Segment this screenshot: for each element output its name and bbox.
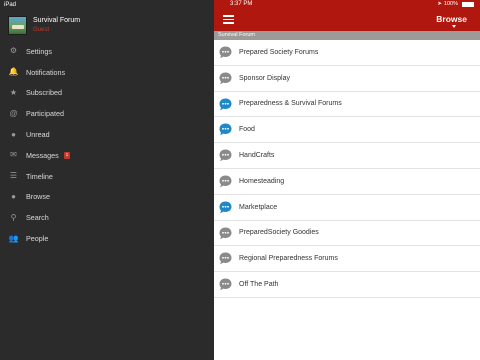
sidebar-item-label: Unread: [26, 130, 50, 140]
section-header: Survival Forum: [214, 31, 480, 40]
speech-bubble-icon: [219, 149, 232, 162]
speech-bubble-icon: [219, 252, 232, 265]
forum-row[interactable]: Preparedness & Survival Forums: [214, 92, 480, 118]
sidebar-item-label: Notifications: [26, 67, 66, 77]
forum-row[interactable]: Food: [214, 117, 480, 144]
forum-row[interactable]: Marketplace: [214, 195, 480, 221]
forum-list: Prepared Society Forums Sponsor Display Pr…: [214, 40, 480, 298]
chevron-down-icon[interactable]: [452, 25, 456, 28]
forum-row-label: Sponsor Display: [239, 74, 290, 82]
sidebar-item-timeline[interactable]: ☰ Timeline: [0, 166, 214, 187]
forum-row[interactable]: Sponsor Display: [214, 66, 480, 92]
location-icon: ➤: [437, 1, 442, 7]
sidebar-item-label: Timeline: [26, 171, 53, 181]
forum-row-label: Prepared Society Forums: [239, 48, 319, 56]
forum-row[interactable]: Regional Preparedness Forums: [214, 246, 480, 273]
sidebar-item-label: Subscribed: [26, 88, 62, 98]
speech-bubble-icon: [219, 278, 232, 291]
sidebar-item-label: People: [26, 234, 49, 244]
at-icon: @: [9, 108, 18, 118]
sidebar-item-label: Browse: [26, 192, 50, 202]
forum-row[interactable]: HandCrafts: [214, 143, 480, 169]
forum-row[interactable]: Off The Path: [214, 272, 480, 298]
forum-row-label: PreparedSociety Goodies: [239, 229, 319, 237]
rss-icon: ☰: [9, 171, 18, 181]
status-bar-time: 3:37 PM: [230, 1, 253, 7]
star-icon: ★: [9, 87, 18, 97]
menu-icon[interactable]: [223, 15, 234, 24]
battery-icon: [462, 1, 474, 7]
battery-percent: 100%: [443, 1, 458, 7]
speech-bubble-icon: [219, 227, 232, 239]
speech-bubble-icon: [219, 98, 232, 110]
header-bar: 3:37 PM ➤ 100% Browse: [214, 0, 480, 31]
forum-row-label: Regional Preparedness Forums: [239, 255, 338, 263]
forum-row-label: Off The Path: [239, 281, 279, 289]
browse-title-button[interactable]: Browse: [436, 14, 467, 24]
sidebar-menu: ⚙ Settings 🔔 Notifications ★ Subscribed @ Parti…: [0, 41, 214, 249]
envelope-icon: ✉: [10, 150, 17, 160]
search-icon: ⚲: [10, 212, 17, 222]
bubbles-icon: ●: [11, 191, 16, 201]
forum-row-label: Marketplace: [239, 203, 278, 211]
forum-row-label: Food: [239, 126, 255, 134]
sidebar-item-label: Settings: [26, 46, 52, 56]
chat-icon: ●: [11, 129, 16, 139]
sidebar-item-browse[interactable]: ● Browse: [0, 187, 214, 208]
sidebar-item-search[interactable]: ⚲ Search: [0, 207, 214, 228]
speech-bubble-icon: [219, 201, 232, 214]
speech-bubble-icon: [219, 175, 232, 188]
forum-row[interactable]: PreparedSociety Goodies: [214, 221, 480, 247]
forum-subtitle: Guest: [33, 27, 50, 33]
sidebar-item-settings[interactable]: ⚙ Settings: [0, 41, 214, 62]
sidebar-item-label: Search: [26, 213, 49, 223]
forum-row-label: Preparedness & Survival Forums: [239, 100, 342, 108]
forum-row-label: HandCrafts: [239, 152, 275, 160]
bell-icon: 🔔: [8, 67, 19, 77]
status-bar-right: ➤ 100%: [437, 1, 474, 7]
gear-icon: ⚙: [9, 46, 18, 56]
sidebar-item-notifications[interactable]: 🔔 Notifications: [0, 62, 214, 83]
messages-badge: 1: [63, 152, 71, 159]
main-panel: 3:37 PM ➤ 100% Browse Survival Forum Pre…: [214, 0, 480, 360]
sidebar: iPad Survival Forum Guest ⚙ Settings 🔔 Noti…: [0, 0, 214, 360]
forum-profile[interactable]: Survival Forum Guest: [8, 16, 208, 38]
sidebar-item-label: Messages: [26, 150, 59, 160]
sidebar-item-unread[interactable]: ● Unread: [0, 124, 214, 145]
forum-avatar: [8, 16, 27, 35]
sidebar-item-participated[interactable]: @ Participated: [0, 103, 214, 124]
forum-row[interactable]: Homesteading: [214, 169, 480, 195]
speech-bubble-icon: [219, 72, 232, 85]
speech-bubble-icon: [219, 123, 232, 136]
sidebar-item-people[interactable]: 👥 People: [0, 228, 214, 249]
sidebar-item-label: Participated: [26, 109, 64, 119]
forum-row[interactable]: Prepared Society Forums: [214, 40, 480, 66]
status-bar-device: iPad: [4, 2, 17, 8]
forum-title: Survival Forum: [33, 17, 81, 24]
sidebar-item-messages[interactable]: ✉ Messages 1: [0, 145, 214, 166]
forum-row-label: Homesteading: [239, 177, 285, 185]
speech-bubble-icon: [219, 46, 232, 59]
people-icon: 👥: [8, 233, 19, 243]
sidebar-item-subscribed[interactable]: ★ Subscribed: [0, 83, 214, 104]
